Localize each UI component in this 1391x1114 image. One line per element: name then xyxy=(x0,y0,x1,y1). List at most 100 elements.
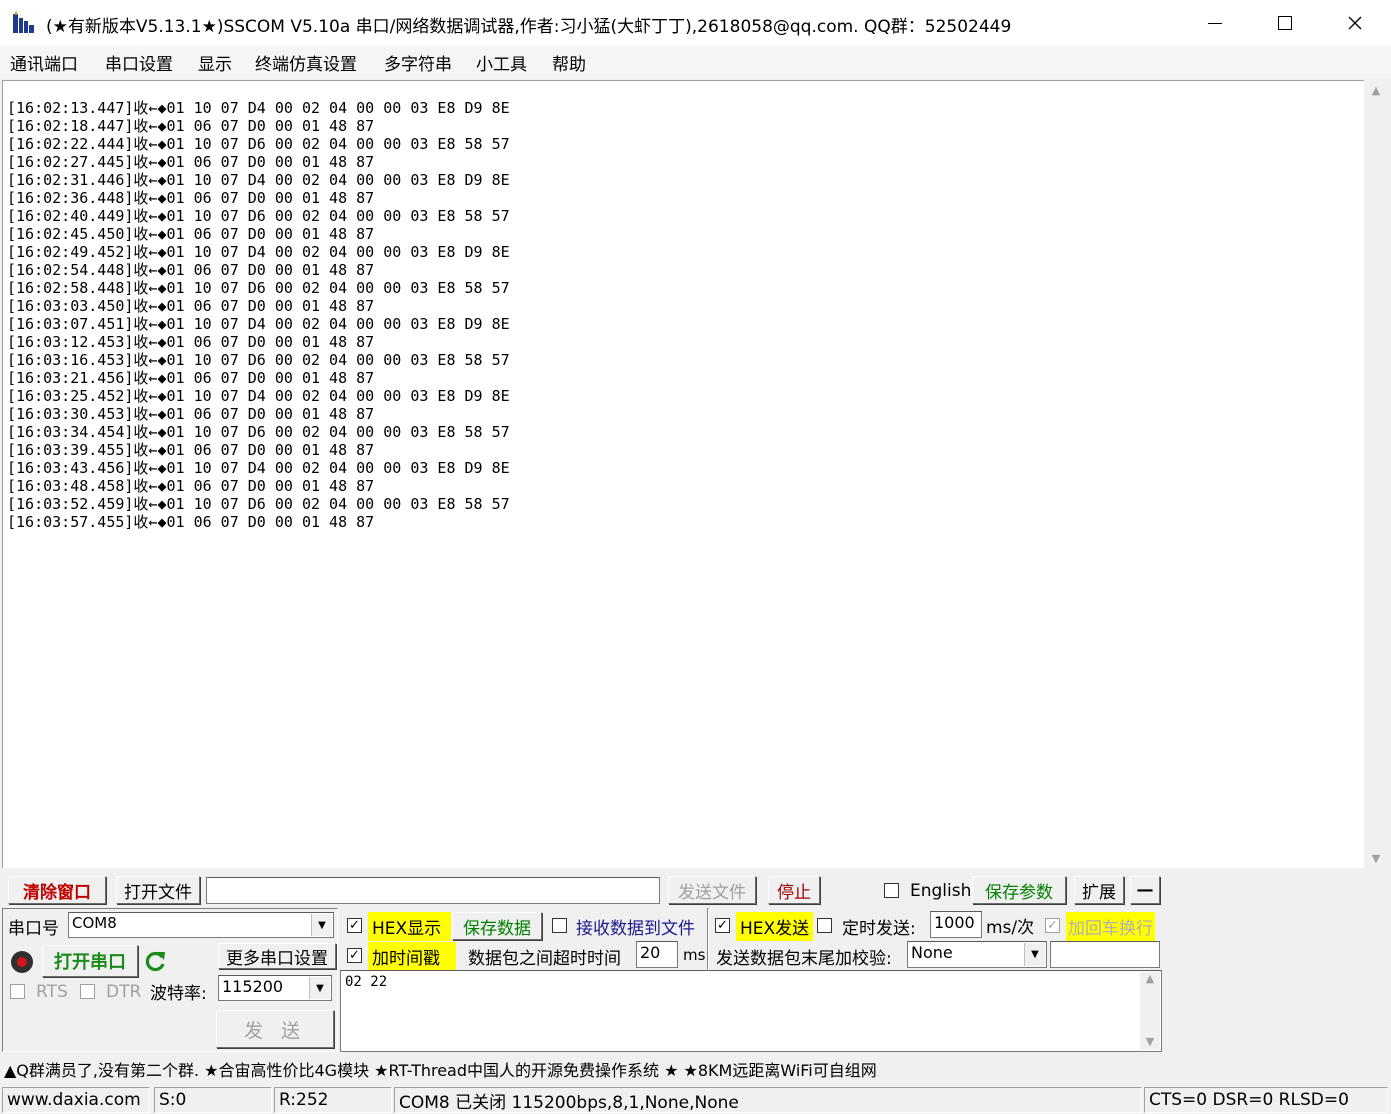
window-title: (★有新版本V5.13.1★)SSCOM V5.10a 串口/网络数据调试器,作… xyxy=(46,17,1012,37)
stop-button[interactable]: 停止 xyxy=(768,876,820,904)
hex-send-checkbox[interactable]: ✓ xyxy=(715,918,730,933)
checksum-select[interactable]: None ▼ xyxy=(907,941,1047,968)
menu-terminal-emulation[interactable]: 终端仿真设置 xyxy=(255,50,357,75)
hex-display-label: HEX显示 xyxy=(368,912,452,941)
add-crlf-label: 加回车换行 xyxy=(1066,912,1155,941)
add-timestamp-checkbox[interactable]: ✓ xyxy=(347,948,362,963)
recv-to-file-label: 接收数据到文件 xyxy=(576,919,695,939)
menu-serial-settings[interactable]: 串口设置 xyxy=(105,50,173,75)
english-checkbox[interactable] xyxy=(884,883,899,898)
chevron-down-icon[interactable]: ▼ xyxy=(1024,943,1045,966)
checksum-value: None xyxy=(911,943,953,962)
save-params-button[interactable]: 保存参数 xyxy=(972,876,1066,904)
scroll-up-icon[interactable]: ▲ xyxy=(1140,972,1160,985)
menu-help[interactable]: 帮助 xyxy=(552,50,586,75)
log-line: [16:03:57.455]收←◆01 06 07 D0 00 01 48 87 xyxy=(7,513,375,531)
log-line: [16:03:25.452]收←◆01 10 07 D4 00 02 04 00… xyxy=(7,387,510,405)
log-line: [16:02:27.445]收←◆01 06 07 D0 00 01 48 87 xyxy=(7,153,375,171)
status-website[interactable]: www.daxia.com xyxy=(2,1087,150,1113)
expand-button[interactable]: 扩展 xyxy=(1074,876,1124,904)
port-value: COM8 xyxy=(72,914,117,932)
menu-multi-string[interactable]: 多字符串 xyxy=(384,50,452,75)
open-file-button[interactable]: 打开文件 xyxy=(116,876,200,904)
timeout-label: 数据包之间超时时间 xyxy=(468,949,621,969)
send-file-button[interactable]: 发送文件 xyxy=(668,876,756,904)
baud-value: 115200 xyxy=(222,977,284,996)
port-label: 串口号 xyxy=(8,919,59,939)
hex-display-checkbox[interactable]: ✓ xyxy=(347,918,362,933)
send-scrollbar[interactable]: ▲ ▼ xyxy=(1140,972,1160,1050)
log-line: [16:03:07.451]收←◆01 10 07 D4 00 02 04 00… xyxy=(7,315,510,333)
app-logo-icon xyxy=(12,11,36,35)
maximize-icon xyxy=(1278,16,1292,30)
port-status-icon xyxy=(10,950,34,974)
status-received: R:252 xyxy=(274,1087,392,1113)
log-line: [16:03:39.455]收←◆01 06 07 D0 00 01 48 87 xyxy=(7,441,375,459)
more-settings-button[interactable]: 更多串口设置 xyxy=(218,943,336,969)
log-line: [16:02:22.444]收←◆01 10 07 D6 00 02 04 00… xyxy=(7,135,510,153)
add-crlf-checkbox[interactable]: ✓ xyxy=(1045,918,1060,933)
send-text: 02 22 xyxy=(345,974,388,990)
checksum-label: 发送数据包末尾加校验: xyxy=(716,949,892,969)
close-button[interactable] xyxy=(1320,0,1390,46)
scroll-down-icon[interactable]: ▼ xyxy=(1140,1035,1160,1048)
status-sent: S:0 xyxy=(154,1087,272,1113)
chevron-down-icon[interactable]: ▼ xyxy=(309,977,330,999)
timed-send-checkbox[interactable] xyxy=(817,918,832,933)
interval-unit: ms/次 xyxy=(986,918,1035,938)
scroll-up-icon[interactable]: ▲ xyxy=(1364,80,1388,100)
dtr-checkbox[interactable] xyxy=(80,984,95,999)
status-port-state: COM8 已关闭 115200bps,8,1,None,None xyxy=(394,1087,1142,1113)
ad-banner[interactable]: ▲Q群满员了,没有第二个群. ★合宙高性价比4G模块 ★RT-Thread中国人… xyxy=(4,1057,877,1081)
collapse-button[interactable]: — xyxy=(1130,876,1160,904)
refresh-icon[interactable] xyxy=(144,949,168,973)
log-line: [16:03:03.450]收←◆01 06 07 D0 00 01 48 87 xyxy=(7,297,375,315)
recv-to-file-checkbox[interactable] xyxy=(552,918,567,933)
timeout-unit: ms xyxy=(683,946,706,964)
close-icon xyxy=(1348,16,1362,30)
status-lines: CTS=0 DSR=0 RLSD=0 xyxy=(1144,1087,1388,1113)
scroll-down-icon[interactable]: ▼ xyxy=(1364,848,1388,868)
menu-comm-port[interactable]: 通讯端口 xyxy=(10,50,78,75)
baud-select[interactable]: 115200 ▼ xyxy=(218,975,332,1001)
menu-tools[interactable]: 小工具 xyxy=(476,50,527,75)
log-line: [16:02:40.449]收←◆01 10 07 D6 00 02 04 00… xyxy=(7,207,510,225)
rts-label: RTS xyxy=(36,982,68,1002)
baud-label: 波特率: xyxy=(150,984,207,1004)
dtr-label: DTR xyxy=(106,982,142,1002)
log-line: [16:02:45.450]收←◆01 06 07 D0 00 01 48 87 xyxy=(7,225,375,243)
log-line: [16:02:36.448]收←◆01 06 07 D0 00 01 48 87 xyxy=(7,189,375,207)
send-textarea[interactable]: 02 22 xyxy=(340,970,1162,1052)
timeout-input[interactable]: 20 xyxy=(636,941,678,968)
clear-window-button[interactable]: 清除窗口 xyxy=(8,876,106,904)
open-port-button[interactable]: 打开串口 xyxy=(42,945,138,977)
rts-checkbox[interactable] xyxy=(10,984,25,999)
log-line: [16:02:31.446]收←◆01 10 07 D4 00 02 04 00… xyxy=(7,171,510,189)
chevron-down-icon[interactable]: ▼ xyxy=(311,914,332,936)
log-line: [16:03:30.453]收←◆01 06 07 D0 00 01 48 87 xyxy=(7,405,375,423)
log-line: [16:03:21.456]收←◆01 06 07 D0 00 01 48 87 xyxy=(7,369,375,387)
send-button[interactable]: 发 送 xyxy=(216,1010,334,1048)
menu-display[interactable]: 显示 xyxy=(198,50,232,75)
log-line: [16:03:48.458]收←◆01 06 07 D0 00 01 48 87 xyxy=(7,477,375,495)
minimize-button[interactable] xyxy=(1180,0,1250,46)
add-timestamp-label: 加时间戳 xyxy=(368,942,456,971)
divider xyxy=(707,908,709,970)
log-line: [16:02:58.448]收←◆01 10 07 D6 00 02 04 00… xyxy=(7,279,510,297)
file-path-input[interactable] xyxy=(206,877,660,904)
log-line: [16:02:49.452]收←◆01 10 07 D4 00 02 04 00… xyxy=(7,243,510,261)
timed-send-label: 定时发送: xyxy=(842,919,916,939)
receive-log[interactable]: [16:02:13.447]收←◆01 10 07 D4 00 02 04 00… xyxy=(2,80,1364,868)
log-line: [16:03:16.453]收←◆01 10 07 D6 00 02 04 00… xyxy=(7,351,510,369)
port-select[interactable]: COM8 ▼ xyxy=(68,912,334,938)
log-line: [16:03:43.456]收←◆01 10 07 D4 00 02 04 00… xyxy=(7,459,510,477)
maximize-button[interactable] xyxy=(1250,0,1320,46)
interval-input[interactable]: 1000 xyxy=(930,911,982,938)
log-line: [16:02:13.447]收←◆01 10 07 D4 00 02 04 00… xyxy=(7,99,510,117)
log-line: [16:02:18.447]收←◆01 06 07 D0 00 01 48 87 xyxy=(7,117,375,135)
log-line: [16:03:34.454]收←◆01 10 07 D6 00 02 04 00… xyxy=(7,423,510,441)
checksum-extra-input[interactable] xyxy=(1050,941,1160,968)
log-line: [16:02:54.448]收←◆01 06 07 D0 00 01 48 87 xyxy=(7,261,375,279)
log-scrollbar[interactable]: ▲ ▼ xyxy=(1364,80,1388,868)
save-data-button[interactable]: 保存数据 xyxy=(452,912,542,940)
